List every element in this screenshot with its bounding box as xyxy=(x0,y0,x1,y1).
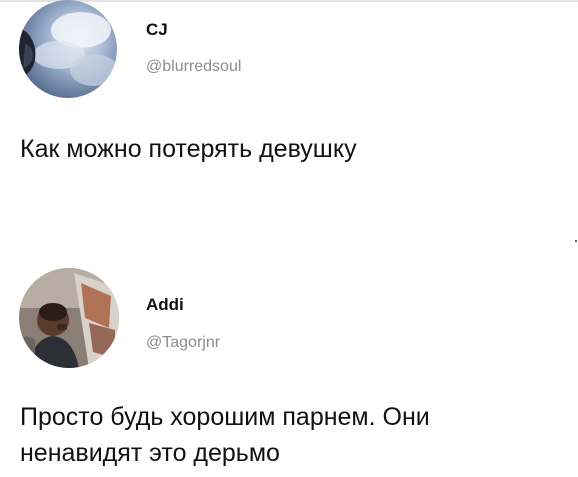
tweet-text-line: Просто будь хорошим парнем. Они xyxy=(20,403,430,431)
display-name[interactable]: Addi xyxy=(146,295,184,315)
avatar[interactable] xyxy=(19,0,117,98)
avatar-image xyxy=(19,268,119,368)
tweet-text-line: ненавидят это дерьмо xyxy=(20,439,280,467)
user-handle[interactable]: @blurredsoul xyxy=(146,58,241,76)
tweet-card-1[interactable]: CJ @blurredsoul Как можно потерять девуш… xyxy=(0,0,578,230)
stray-dot xyxy=(575,240,577,242)
tweet-text: Как можно потерять девушку xyxy=(20,135,357,163)
avatar[interactable] xyxy=(19,268,119,368)
avatar-image xyxy=(19,0,117,98)
display-name[interactable]: CJ xyxy=(146,20,168,40)
tweet-text: Просто будь хорошим парнем. Они ненавидя… xyxy=(20,399,565,471)
tweet-card-2[interactable]: Addi @Tagorjnr Просто будь хорошим парне… xyxy=(0,262,578,477)
user-handle[interactable]: @Tagorjnr xyxy=(146,334,220,352)
